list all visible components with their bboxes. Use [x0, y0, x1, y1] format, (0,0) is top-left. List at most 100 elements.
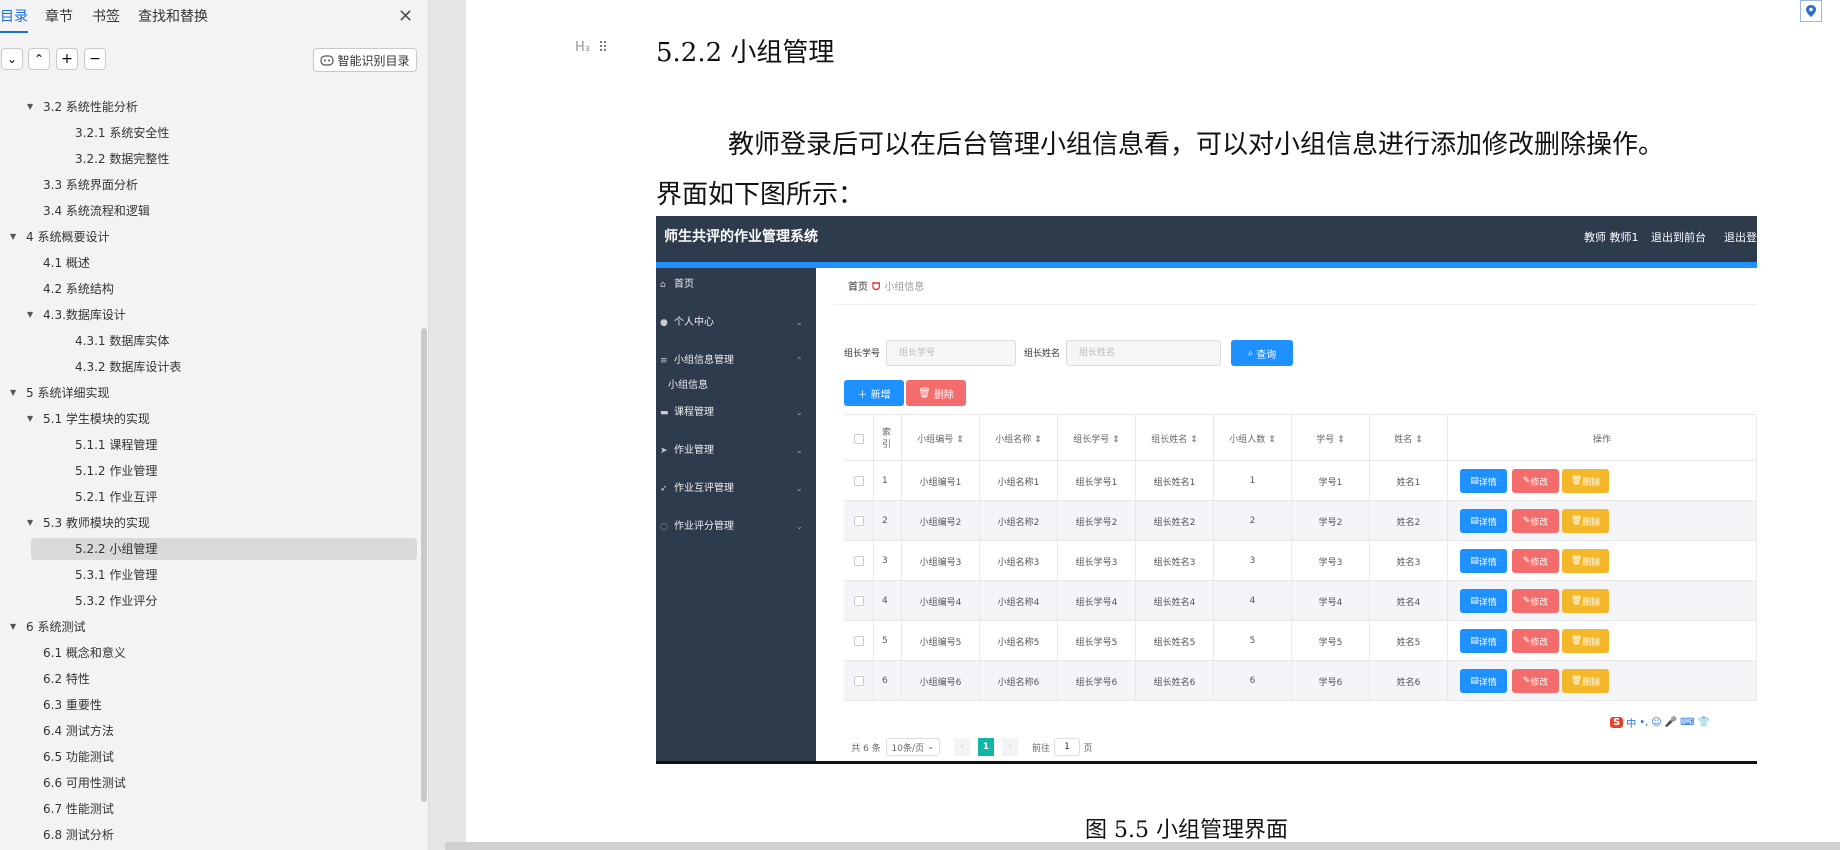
- robot-icon: [320, 55, 335, 66]
- toc-scrollbar[interactable]: [419, 0, 429, 850]
- toc-item[interactable]: ▼ 4 系统概要设计: [0, 226, 418, 248]
- toc-item-label: 5.1 学生模块的实现: [43, 412, 150, 426]
- column-header: 索引: [874, 415, 902, 462]
- chevron-up-icon: ⌃: [796, 356, 803, 365]
- toc-item[interactable]: ▼ 5.3 教师模块的实现: [0, 512, 418, 534]
- toc-item[interactable]: 6.4 测试方法: [0, 720, 418, 742]
- toc-item[interactable]: 5.3.2 作业评分: [0, 590, 418, 612]
- tab-chapters[interactable]: 章节: [45, 6, 73, 26]
- toc-item[interactable]: 6.3 重要性: [0, 694, 418, 716]
- menu-icon: ➶: [660, 484, 668, 494]
- delete-button: 🗑 删除: [1562, 669, 1609, 693]
- toc-item-label: 4.2 系统结构: [43, 282, 114, 296]
- table-row: 5 小组编号5 小组名称5 组长学号5 组长姓名5 5 学号5 姓名5 ▤ 详情 ✎ 修改 🗑 删除: [844, 621, 1757, 661]
- column-header: 学号 ⇕: [1292, 415, 1370, 462]
- expand-triangle-icon[interactable]: ▼: [10, 226, 16, 248]
- toc-item[interactable]: ▼ 4.3.数据库设计: [0, 304, 418, 326]
- toc-item[interactable]: 6.7 性能测试: [0, 798, 418, 820]
- table-cell: 姓名5: [1370, 621, 1448, 661]
- horizontal-scrollbar[interactable]: [445, 842, 1840, 850]
- table-cell: 小组编号4: [902, 581, 980, 621]
- expand-up-button[interactable]: ⌃: [28, 48, 50, 70]
- toc-item[interactable]: 3.4 系统流程和逻辑: [0, 200, 418, 222]
- row-checkbox-cell: [844, 661, 874, 701]
- table-cell: 组长学号5: [1058, 621, 1136, 661]
- tab-find-replace[interactable]: 查找和替换: [138, 6, 208, 26]
- document-icon: ▤: [1470, 636, 1479, 646]
- row-actions-cell: ▤ 详情 ✎ 修改 🗑 删除: [1448, 661, 1757, 701]
- paragraph-line-1[interactable]: 教师登录后可以在后台管理小组信息看，可以对小组信息进行添加修改删除操作。: [728, 124, 1664, 161]
- app-breadcrumb: 首页 ᗜ 小组信息: [848, 278, 924, 293]
- toc-item[interactable]: ▼ 3.2 系统性能分析: [0, 96, 418, 118]
- toc-item[interactable]: ▼ 5.1 学生模块的实现: [0, 408, 418, 430]
- search-input-leader-id: 组长学号: [886, 340, 1016, 366]
- paragraph-line-2[interactable]: 界面如下图所示：: [656, 174, 864, 211]
- edit-button-label: 修改: [1530, 637, 1549, 648]
- toc-item[interactable]: 6.6 可用性测试: [0, 772, 418, 794]
- toc-item[interactable]: 6.1 概念和意义: [0, 642, 418, 664]
- smart-toc-button[interactable]: 智能识别目录: [313, 48, 417, 72]
- app-sidebar-label: 作业互评管理: [674, 483, 734, 494]
- toc-item[interactable]: 6.8 测试分析: [0, 824, 418, 846]
- toc-item[interactable]: 4.1 概述: [0, 252, 418, 274]
- heading-level-marker[interactable]: H₃: [575, 40, 590, 55]
- toc-item[interactable]: 4.3.1 数据库实体: [0, 330, 418, 352]
- table-cell: 4: [874, 581, 902, 621]
- expand-triangle-icon[interactable]: ▼: [27, 304, 33, 326]
- add-heading-button[interactable]: +: [56, 48, 78, 70]
- table-cell: 组长姓名4: [1136, 581, 1214, 621]
- expand-triangle-icon[interactable]: ▼: [27, 512, 33, 534]
- toc-item[interactable]: 5.3.1 作业管理: [0, 564, 418, 586]
- table-cell: 1: [874, 461, 902, 501]
- search-label-1: 组长学号: [844, 349, 881, 359]
- toc-item[interactable]: 3.2.1 系统安全性: [0, 122, 418, 144]
- toc-item[interactable]: 4.2 系统结构: [0, 278, 418, 300]
- toc-item[interactable]: ▼ 6 系统测试: [0, 616, 418, 638]
- drag-handle-icon[interactable]: ⠿: [598, 40, 608, 56]
- toc-tabs: 目录 章节 书签 查找和替换 ✕: [0, 0, 429, 34]
- toc-item[interactable]: 3.3 系统界面分析: [0, 174, 418, 196]
- table-cell: 小组名称5: [980, 621, 1058, 661]
- location-pin-icon[interactable]: [1800, 0, 1822, 22]
- app-user: 教师 教师1: [1584, 231, 1639, 244]
- chevron-down-icon: ⌄: [796, 408, 803, 417]
- app-sidebar-label: 首页: [674, 279, 694, 290]
- table-cell: 小组名称2: [980, 501, 1058, 541]
- expand-triangle-icon[interactable]: ▼: [27, 96, 33, 118]
- table-cell: 组长姓名1: [1136, 461, 1214, 501]
- table-cell: 学号4: [1292, 581, 1370, 621]
- ime-keyboard-icon: ⌨: [1680, 716, 1695, 728]
- toc-item[interactable]: 5.1.1 课程管理: [0, 434, 418, 456]
- table-cell: 1: [1214, 461, 1292, 501]
- toc-item[interactable]: 5.2.2 小组管理: [31, 538, 417, 560]
- table-cell: 姓名1: [1370, 461, 1448, 501]
- toc-item[interactable]: 5.1.2 作业管理: [0, 460, 418, 482]
- table-row: 3 小组编号3 小组名称3 组长学号3 组长姓名3 3 学号3 姓名3 ▤ 详情 ✎ 修改 🗑 删除: [844, 541, 1757, 581]
- trash-icon: 🗑: [1570, 476, 1583, 486]
- toc-item[interactable]: ▼ 5 系统详细实现: [0, 382, 418, 404]
- toc-item[interactable]: 3.2.2 数据完整性: [0, 148, 418, 170]
- toc-item[interactable]: 6.2 特性: [0, 668, 418, 690]
- delete-button: 🗑 删除: [1562, 549, 1609, 573]
- collapse-all-button[interactable]: ⌄: [1, 48, 23, 70]
- tab-toc[interactable]: 目录: [0, 6, 28, 33]
- expand-triangle-icon[interactable]: ▼: [10, 616, 16, 638]
- expand-triangle-icon[interactable]: ▼: [10, 382, 16, 404]
- section-heading[interactable]: 5.2.2 小组管理: [656, 32, 834, 69]
- edit-button-label: 修改: [1530, 477, 1549, 488]
- chevron-down-icon: ⌄: [796, 522, 803, 531]
- toc-item[interactable]: 4.3.2 数据库设计表: [0, 356, 418, 378]
- figure-caption[interactable]: 图 5.5 小组管理界面: [1085, 812, 1288, 844]
- tab-bookmarks[interactable]: 书签: [92, 6, 120, 26]
- ime-lang-icon: 中: [1626, 718, 1637, 730]
- pin-glyph: [1806, 5, 1816, 17]
- toc-item[interactable]: 5.2.1 作业互评: [0, 486, 418, 508]
- close-icon[interactable]: ✕: [398, 6, 413, 27]
- toc-scrollbar-thumb[interactable]: [421, 328, 427, 802]
- detail-button: ▤ 详情: [1460, 549, 1507, 573]
- toc-item[interactable]: 6.5 功能测试: [0, 746, 418, 768]
- expand-triangle-icon[interactable]: ▼: [27, 408, 33, 430]
- figure-screenshot[interactable]: 师生共评的作业管理系统 教师 教师1 退出到前台 退出登 ⌂ 首页 ● 个人中心 ⌄ ≡ 小…: [656, 216, 1757, 764]
- remove-heading-button[interactable]: −: [84, 48, 106, 70]
- add-button: ＋ 新增: [844, 380, 904, 406]
